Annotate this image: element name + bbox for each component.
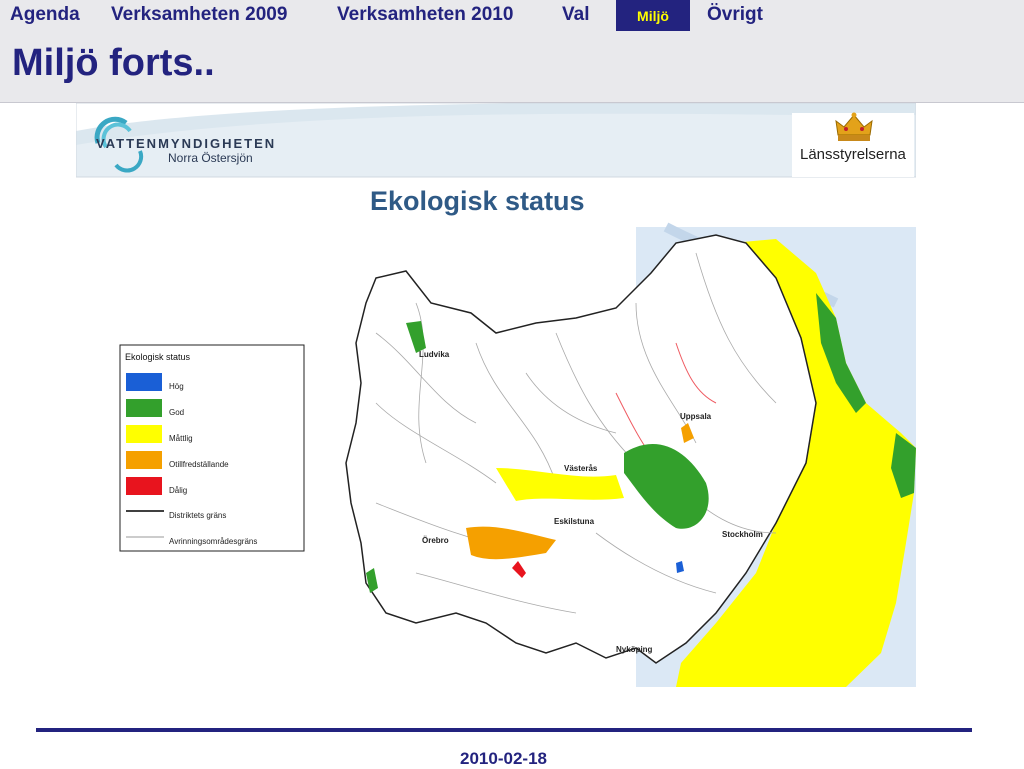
place-eskilstuna: Eskilstuna <box>554 517 595 526</box>
map-title: Ekologisk status <box>370 186 585 216</box>
legend-label-dalig: Dålig <box>169 486 187 495</box>
legend-label-hog: Hög <box>169 382 184 391</box>
footer-date: 2010-02-18 <box>460 749 547 768</box>
legend-label-god: God <box>169 408 184 417</box>
place-uppsala: Uppsala <box>680 412 712 421</box>
map-legend: Ekologisk status Hög God Måttlig Otillfr… <box>119 344 305 552</box>
nav-agenda[interactable]: Agenda <box>10 4 80 26</box>
place-vasteras: Västerås <box>564 464 598 473</box>
legend-swatch-mattlig <box>126 425 162 443</box>
legend-title: Ekologisk status <box>125 352 191 362</box>
nav-verksamheten-2010[interactable]: Verksamheten 2010 <box>337 4 513 26</box>
slide-image: VATTENMYNDIGHETEN Norra Östersjön Länsst… <box>76 103 916 687</box>
logo-left-title: VATTENMYNDIGHETEN <box>96 136 276 151</box>
nav-ovrigt[interactable]: Övrigt <box>707 4 763 26</box>
slide-header: Agenda Verksamheten 2009 Verksamheten 20… <box>0 0 1024 103</box>
legend-label-otillfredstallande: Otillfredställande <box>169 460 229 469</box>
legend-swatch-hog <box>126 373 162 391</box>
legend-label-district: Distriktets gräns <box>169 511 226 520</box>
legend-swatch-dalig <box>126 477 162 495</box>
top-navigation: Agenda Verksamheten 2009 Verksamheten 20… <box>0 0 1024 32</box>
legend-swatch-god <box>126 399 162 417</box>
footer-divider <box>36 728 972 732</box>
place-orebro: Örebro <box>422 536 449 545</box>
place-nykoping: Nyköping <box>616 645 653 654</box>
nav-miljo[interactable]: Miljö <box>616 0 690 31</box>
page-title: Miljö forts.. <box>12 42 215 84</box>
legend-label-mattlig: Måttlig <box>169 434 193 443</box>
nav-verksamheten-2009[interactable]: Verksamheten 2009 <box>111 4 287 26</box>
place-ludvika: Ludvika <box>419 350 450 359</box>
nav-val[interactable]: Val <box>562 4 589 26</box>
legend-swatch-otillfredstallande <box>126 451 162 469</box>
logo-right-text: Länsstyrelserna <box>800 146 907 163</box>
logo-left-subtitle: Norra Östersjön <box>168 151 253 165</box>
place-stockholm: Stockholm <box>722 530 763 539</box>
legend-label-catchment: Avrinningsområdesgräns <box>169 537 257 546</box>
